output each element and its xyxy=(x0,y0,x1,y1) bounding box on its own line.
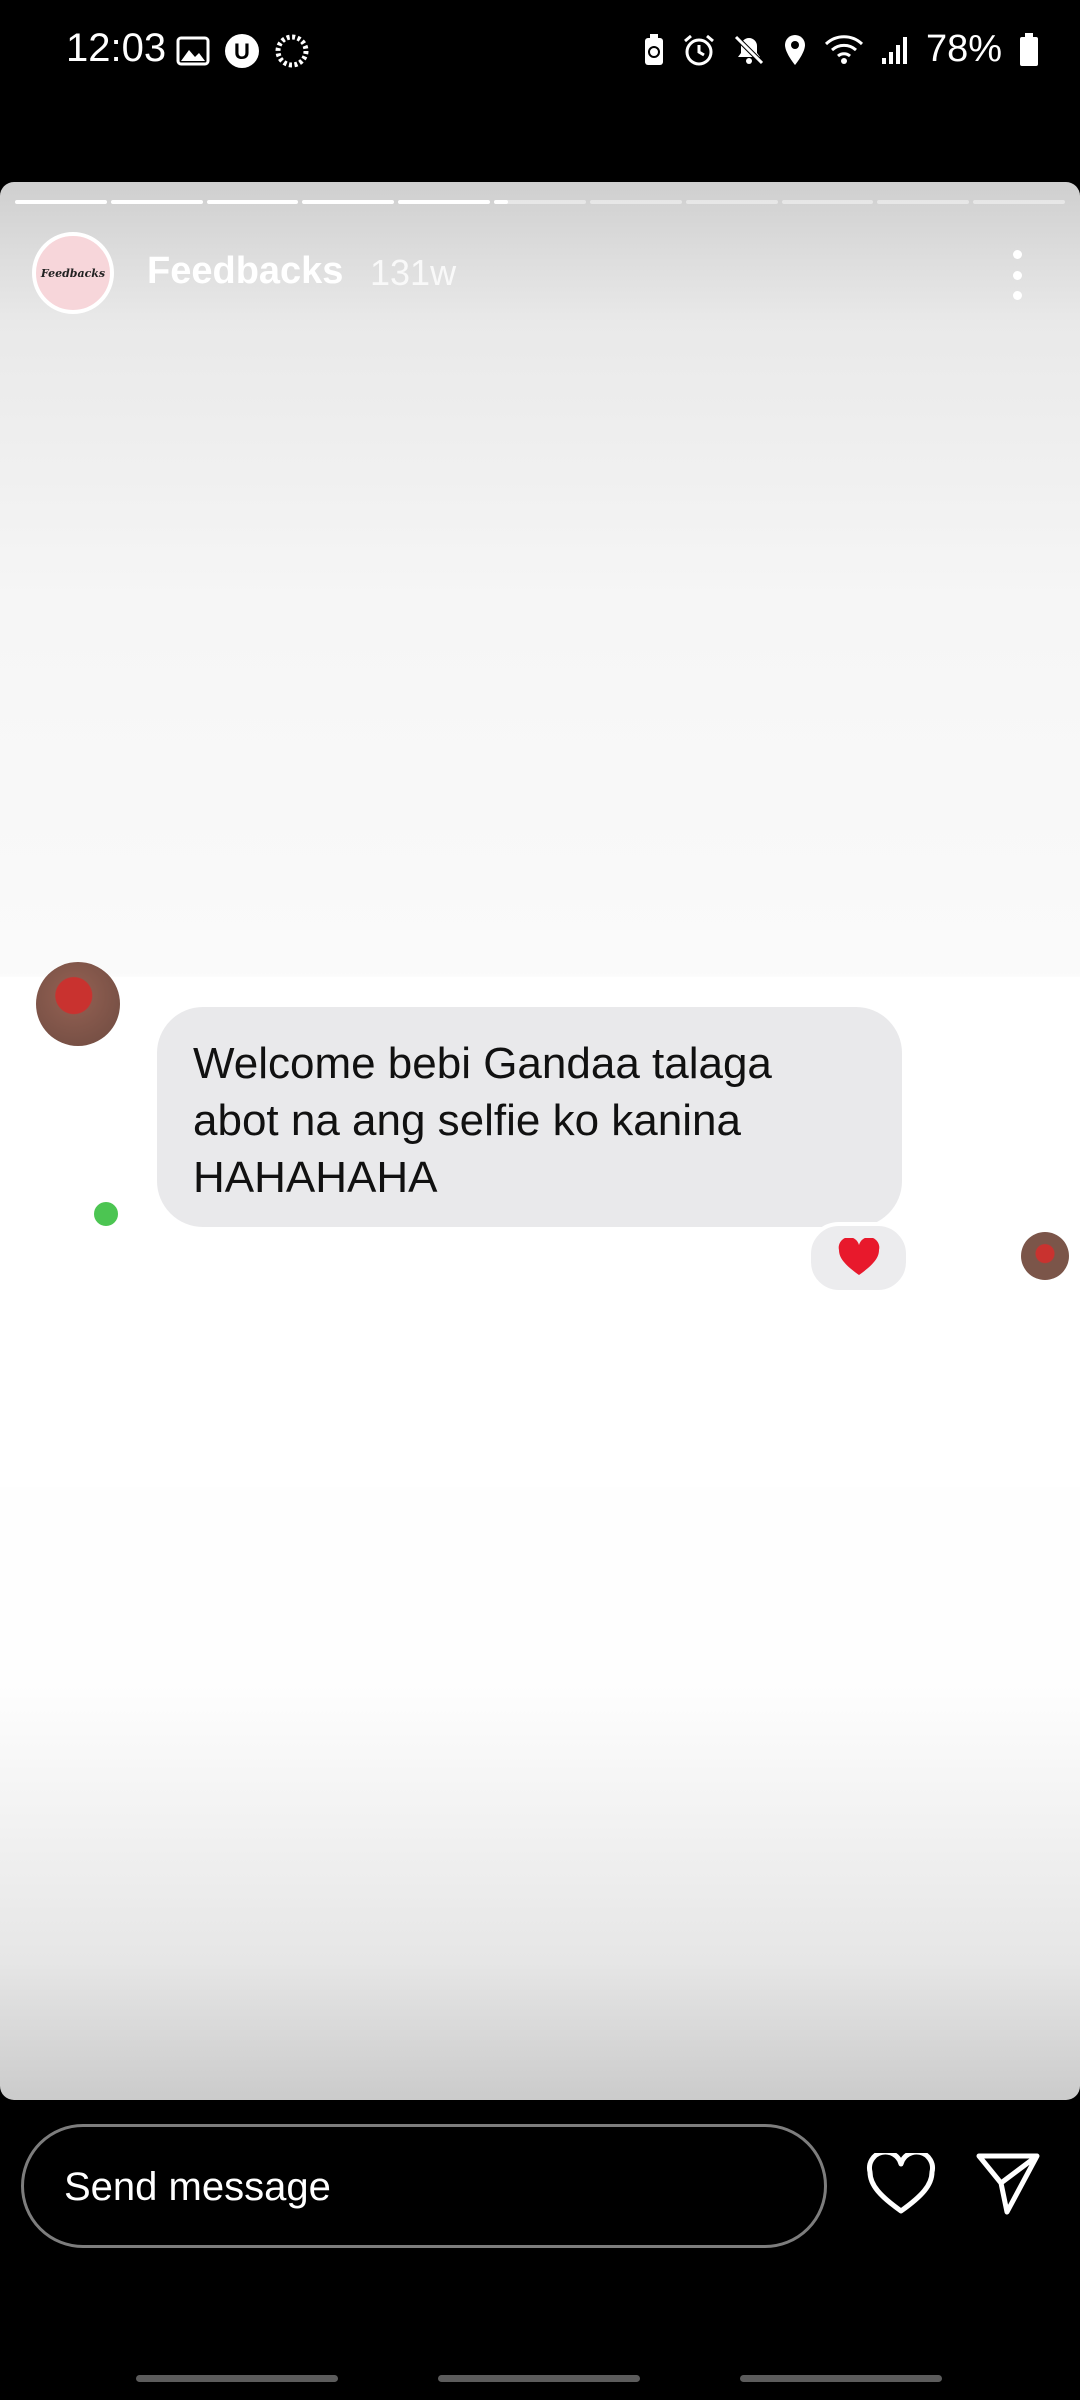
like-heart-icon[interactable] xyxy=(866,2153,936,2215)
progress-segment xyxy=(206,200,299,204)
nav-handle[interactable] xyxy=(438,2375,640,2382)
wifi-icon xyxy=(824,34,863,64)
image-icon xyxy=(176,36,210,66)
location-icon xyxy=(784,34,805,65)
system-nav-bar xyxy=(0,2375,1080,2383)
u-badge-icon: U xyxy=(225,34,259,68)
send-paper-plane-icon[interactable] xyxy=(973,2150,1043,2216)
progress-segment xyxy=(877,200,970,204)
story-progress-bar xyxy=(15,200,1065,204)
nav-handle[interactable] xyxy=(740,2375,942,2382)
svg-text:U: U xyxy=(234,39,250,64)
send-message-input[interactable]: Send message xyxy=(21,2124,827,2248)
online-indicator xyxy=(90,1198,122,1230)
heart-reaction xyxy=(807,1222,910,1294)
seen-avatar xyxy=(1021,1232,1069,1280)
heart-reaction-icon xyxy=(838,1238,879,1275)
progress-segment xyxy=(15,200,107,204)
battery-percent: 78% xyxy=(925,28,1002,70)
progress-segment xyxy=(110,200,203,204)
status-bar: 12:03 U 78% xyxy=(0,0,1080,110)
message-line: abot na ang selfie ko kanina xyxy=(193,1096,741,1145)
progress-segment xyxy=(781,200,874,204)
progress-segment xyxy=(398,200,491,204)
story-avatar[interactable]: Feedbacks xyxy=(32,232,114,314)
alarm-icon xyxy=(683,34,714,65)
progress-segment xyxy=(302,200,395,204)
status-right-icons: 78% xyxy=(642,28,1040,71)
story-header: Feedbacks Feedbacks 131w xyxy=(0,232,1080,322)
more-dot xyxy=(1012,291,1022,300)
more-dot xyxy=(1012,250,1022,259)
mute-icon xyxy=(734,34,764,65)
message-bubble: Welcome bebi Gandaa talaga abot na ang s… xyxy=(157,1007,902,1227)
story-time-ago: 131w xyxy=(370,252,457,293)
battery-icon xyxy=(1020,32,1038,66)
status-left-icons: U xyxy=(176,33,310,69)
signal-icon xyxy=(881,36,907,64)
avatar-label: Feedbacks xyxy=(40,266,106,280)
sync-icon xyxy=(275,34,309,68)
progress-segment xyxy=(494,200,586,204)
status-time: 12:03 xyxy=(66,26,167,70)
nav-handle[interactable] xyxy=(136,2375,338,2382)
progress-segment xyxy=(973,200,1065,204)
message-line: Welcome bebi Gandaa talaga xyxy=(193,1039,772,1088)
more-dot xyxy=(1012,270,1022,280)
progress-segment xyxy=(589,200,682,204)
more-options-icon[interactable] xyxy=(1000,250,1034,300)
progress-segment-fill xyxy=(494,200,508,204)
sender-avatar xyxy=(36,962,120,1046)
progress-segment xyxy=(685,200,778,204)
message-line: HAHAHAHA xyxy=(193,1153,438,1202)
story-username[interactable]: Feedbacks xyxy=(147,250,343,293)
battery-saver-icon xyxy=(644,33,663,65)
send-message-placeholder: Send message xyxy=(64,2165,331,2209)
